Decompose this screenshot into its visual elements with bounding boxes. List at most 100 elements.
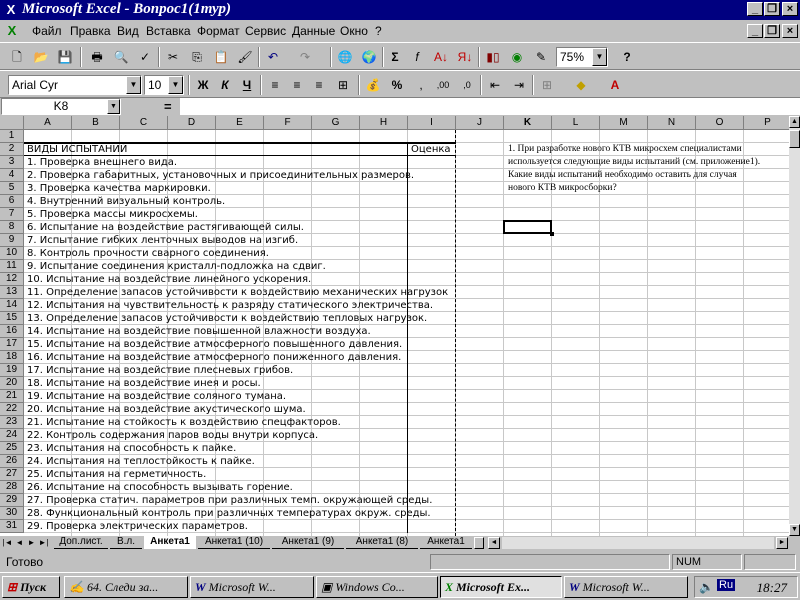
test-item[interactable]: 27. Проверка статич. параметров при разл… bbox=[27, 494, 432, 507]
sheet-tab-1[interactable]: В.л. bbox=[110, 536, 142, 549]
row-header[interactable]: 24 bbox=[0, 429, 24, 442]
tab-split-handle[interactable] bbox=[474, 537, 484, 549]
row-header[interactable]: 7 bbox=[0, 208, 24, 221]
paste-icon[interactable]: 📋 bbox=[210, 47, 232, 67]
test-item[interactable]: 13. Определение запасов устойчивости к в… bbox=[27, 312, 427, 325]
test-item[interactable]: 4. Внутренний визуальный контроль. bbox=[27, 195, 225, 208]
autosum-icon[interactable]: Σ bbox=[384, 47, 406, 67]
test-item[interactable]: 12. Испытания на чувствительность к разр… bbox=[27, 299, 433, 312]
spreadsheet-grid[interactable]: A B C D E F G H I J K L M N O P 1 2 3 4 5 6 7 8 9 10 11 12 13 14 15 16 1… bbox=[0, 116, 789, 536]
open-folder-icon[interactable]: 📂 bbox=[30, 47, 52, 67]
menu-insert[interactable]: Вставка bbox=[146, 24, 191, 38]
decrease-indent-icon[interactable]: ⇤ bbox=[484, 75, 506, 95]
formula-input[interactable] bbox=[180, 98, 800, 115]
menu-format[interactable]: Формат bbox=[197, 24, 240, 38]
percent-icon[interactable]: % bbox=[386, 75, 408, 95]
column-header-a[interactable]: A bbox=[24, 116, 72, 130]
menu-view[interactable]: Вид bbox=[117, 24, 139, 38]
test-item[interactable]: 6. Испытание на воздействие растягивающе… bbox=[27, 221, 304, 234]
increase-decimal-icon[interactable]: ,00 bbox=[432, 75, 454, 95]
row-header[interactable]: 15 bbox=[0, 312, 24, 325]
row-header[interactable]: 1 bbox=[0, 130, 24, 143]
sheet-tab-4[interactable]: Анкета1 (9) bbox=[272, 536, 344, 549]
map-icon[interactable]: ◉ bbox=[506, 47, 528, 67]
cut-icon[interactable]: ✂ bbox=[162, 47, 184, 67]
sheet-tab-6[interactable]: Анкета1 bbox=[420, 536, 472, 549]
menu-edit[interactable]: Правка bbox=[70, 24, 111, 38]
bold-icon[interactable]: Ж bbox=[192, 75, 214, 95]
restore-button[interactable]: ❐ bbox=[764, 2, 780, 16]
test-item[interactable]: 7. Испытание гибких ленточных выводов на… bbox=[27, 234, 298, 247]
test-item[interactable]: 16. Испытание на воздействие атмосферног… bbox=[27, 351, 401, 364]
test-item[interactable]: 23. Испытания на способность к пайке. bbox=[27, 442, 236, 455]
scroll-right-icon[interactable]: ► bbox=[776, 537, 788, 549]
test-item[interactable]: 11. Определение запасов устойчивости к в… bbox=[27, 286, 448, 299]
vertical-scrollbar[interactable]: ▲ ▼ bbox=[789, 116, 800, 536]
test-item[interactable]: 21. Испытание на стойкость к воздействию… bbox=[27, 416, 341, 429]
row-header[interactable]: 25 bbox=[0, 442, 24, 455]
test-item[interactable]: 3. Проверка качества маркировки. bbox=[27, 182, 211, 195]
web-toolbar-icon[interactable]: 🌍 bbox=[358, 47, 380, 67]
question-note-line[interactable]: нового КТВ микросборки? bbox=[508, 182, 617, 195]
next-sheet-icon[interactable]: ► bbox=[26, 537, 37, 549]
column-header-g[interactable]: G bbox=[312, 116, 360, 130]
test-item[interactable]: 9. Испытание соединения кристалл-подложк… bbox=[27, 260, 326, 273]
test-item[interactable]: 15. Испытание на воздействие атмосферног… bbox=[27, 338, 402, 351]
row-header[interactable]: 26 bbox=[0, 455, 24, 468]
insert-hyperlink-icon[interactable]: 🌐 bbox=[334, 47, 356, 67]
column-header-b[interactable]: B bbox=[72, 116, 120, 130]
undo-icon[interactable]: ↶ bbox=[262, 47, 284, 67]
align-left-icon[interactable]: ≡ bbox=[264, 75, 286, 95]
column-header-m[interactable]: M bbox=[600, 116, 648, 130]
doc-close-button[interactable]: × bbox=[782, 24, 798, 38]
font-color-icon[interactable]: A bbox=[604, 75, 626, 95]
spelling-icon[interactable]: ✓ bbox=[134, 47, 156, 67]
menu-tools[interactable]: Сервис bbox=[245, 24, 286, 38]
row-header[interactable]: 11 bbox=[0, 260, 24, 273]
fill-color-icon[interactable]: ◆ bbox=[570, 75, 592, 95]
test-item[interactable]: 8. Контроль прочности сварного соединени… bbox=[27, 247, 269, 260]
row-header[interactable]: 22 bbox=[0, 403, 24, 416]
format-painter-icon[interactable]: 🖌 bbox=[234, 47, 256, 67]
column-header-h[interactable]: H bbox=[360, 116, 408, 130]
chart-wizard-icon[interactable]: ▮▯ bbox=[482, 47, 504, 67]
menu-help[interactable]: ? bbox=[375, 24, 382, 38]
row-header[interactable]: 18 bbox=[0, 351, 24, 364]
chevron-down-icon[interactable]: ▼ bbox=[126, 76, 141, 94]
prev-sheet-icon[interactable]: ◄ bbox=[14, 537, 25, 549]
column-header-o[interactable]: O bbox=[696, 116, 744, 130]
paste-function-icon[interactable]: f bbox=[406, 47, 428, 67]
last-sheet-icon[interactable]: ►| bbox=[38, 537, 49, 549]
align-center-icon[interactable]: ≡ bbox=[286, 75, 308, 95]
test-item[interactable]: 2. Проверка габаритных, установочных и п… bbox=[27, 169, 414, 182]
sheet-tab-active[interactable]: Анкета1 bbox=[144, 536, 196, 549]
underline-icon[interactable]: Ч bbox=[236, 75, 258, 95]
close-button[interactable]: × bbox=[782, 2, 798, 16]
sheet-tab-3[interactable]: Анкета1 (10) bbox=[198, 536, 270, 549]
sheet-tab-0[interactable]: Доп.лист. bbox=[54, 536, 108, 549]
row-header[interactable]: 5 bbox=[0, 182, 24, 195]
row-header[interactable]: 16 bbox=[0, 325, 24, 338]
menu-window[interactable]: Окно bbox=[340, 24, 368, 38]
column-header-c[interactable]: C bbox=[120, 116, 168, 130]
row-header[interactable]: 23 bbox=[0, 416, 24, 429]
doc-restore-button[interactable]: ❐ bbox=[764, 24, 780, 38]
test-item[interactable]: 10. Испытание на воздействие линейного у… bbox=[27, 273, 311, 286]
menu-file[interactable]: Файл bbox=[32, 24, 62, 38]
row-header[interactable]: 20 bbox=[0, 377, 24, 390]
menu-data[interactable]: Данные bbox=[292, 24, 335, 38]
question-note-line[interactable]: Какие виды испытаний необходимо оставить… bbox=[508, 169, 737, 182]
row-header[interactable]: 10 bbox=[0, 247, 24, 260]
row-header[interactable]: 27 bbox=[0, 468, 24, 481]
row-header[interactable]: 21 bbox=[0, 390, 24, 403]
font-size-select[interactable]: 10 ▼ bbox=[144, 75, 184, 95]
workbook-icon[interactable]: X bbox=[4, 23, 20, 39]
task-button-2[interactable]: ▣ Windows Co... bbox=[316, 576, 438, 598]
decrease-decimal-icon[interactable]: ,0 bbox=[456, 75, 478, 95]
row-header[interactable]: 29 bbox=[0, 494, 24, 507]
doc-minimize-button[interactable]: _ bbox=[747, 24, 763, 38]
task-button-0[interactable]: ✍ 64. Следи за... bbox=[64, 576, 188, 598]
test-item[interactable]: 19. Испытание на воздействие соляного ту… bbox=[27, 390, 286, 403]
row-header[interactable]: 8 bbox=[0, 221, 24, 234]
test-item[interactable]: 18. Испытание на воздействие инея и росы… bbox=[27, 377, 261, 390]
